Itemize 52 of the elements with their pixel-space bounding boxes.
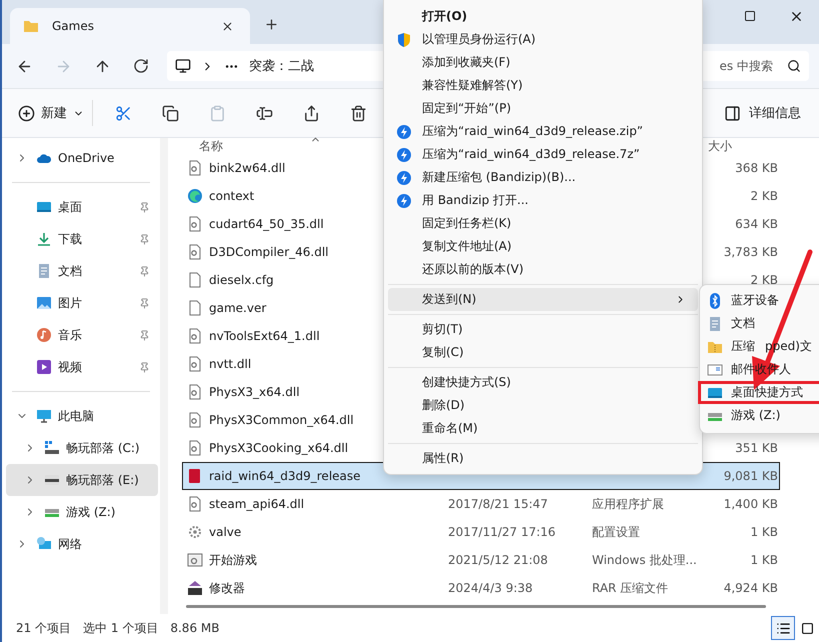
file-name: 开始游戏 [209,552,257,568]
size-cell-text: 368 KB [734,161,778,175]
file-name: nvtt.dll [209,357,252,371]
size-cell-text: 3,783 KB [722,245,778,259]
file-name: PhysX3_x64.dll [209,385,300,399]
type-cell-text: RAR 压缩文件 [592,580,670,596]
file-name: cudart64_50_35.dll [209,217,324,231]
file-name: 修改器 [209,580,245,596]
size-cell-text: 2 KB [749,273,778,287]
type-cell-text: 配置设置 [592,524,641,540]
size-cell-text: 1,400 KB [722,497,778,511]
type-cell-text: 应用程序扩展 [592,496,665,512]
size-cell-text: 4,924 KB [722,581,778,595]
date-cell-text: 2024/4/3 9:38 [448,581,534,595]
sidebar-label: 图片 [58,294,83,312]
date-cell-text: 2021/5/12 21:08 [448,553,549,567]
sidebar-label: 游戏 (Z:) [66,504,116,520]
file-name: raid_win64_d3d9_release [209,469,361,483]
file-name: steam_api64.dll [209,497,304,511]
file-name: valve [209,525,242,539]
file-name: PhysX3Common_x64.dll [209,413,354,427]
search-placeholder: es 中搜索 [720,58,773,74]
tab-title: Games [52,19,95,33]
date-cell-text: 2017/8/21 15:47 [448,497,549,511]
file-name: context [209,189,254,203]
selection-size: 8.86 MB [170,621,220,635]
sidebar-label: 音乐 [58,326,83,344]
date-cell-text: 2017/11/27 17:16 [448,525,557,539]
size-cell-text: 1 KB [749,525,778,539]
type-cell-text: Windows 批处理... [592,552,698,568]
sidebar-label: 桌面 [58,198,83,216]
sidebar-label: 畅玩部落 (E:) [66,472,140,488]
sidebar-label: 视频 [58,358,83,376]
file-name: PhysX3Cooking_x64.dll [209,441,348,455]
file-name: nvToolsExt64_1.dll [209,329,320,343]
size-cell-text: 634 KB [734,217,778,231]
item-count: 21 个项目 [16,620,72,636]
size-cell-text: 1 KB [749,553,778,567]
sidebar-label: OneDrive [58,151,116,165]
sidebar-label: 此电脑 [58,408,95,424]
sidebar-label: 文档 [58,262,83,280]
selection-count: 选中 1 个项目 [83,620,158,636]
sidebar-label: 网络 [58,536,83,552]
sidebar-label: 下载 [58,230,83,248]
sidebar-label: 畅玩部落 (C:) [66,440,141,456]
size-cell-text: 2 KB [749,189,778,203]
size-cell-text: 9,081 KB [722,469,778,483]
file-name: dieselx.cfg [209,273,274,287]
file-name: D3DCompiler_46.dll [209,245,328,259]
file-name: game.ver [209,301,266,315]
size-cell-text: 351 KB [734,441,778,455]
file-name: bink2w64.dll [209,161,286,175]
